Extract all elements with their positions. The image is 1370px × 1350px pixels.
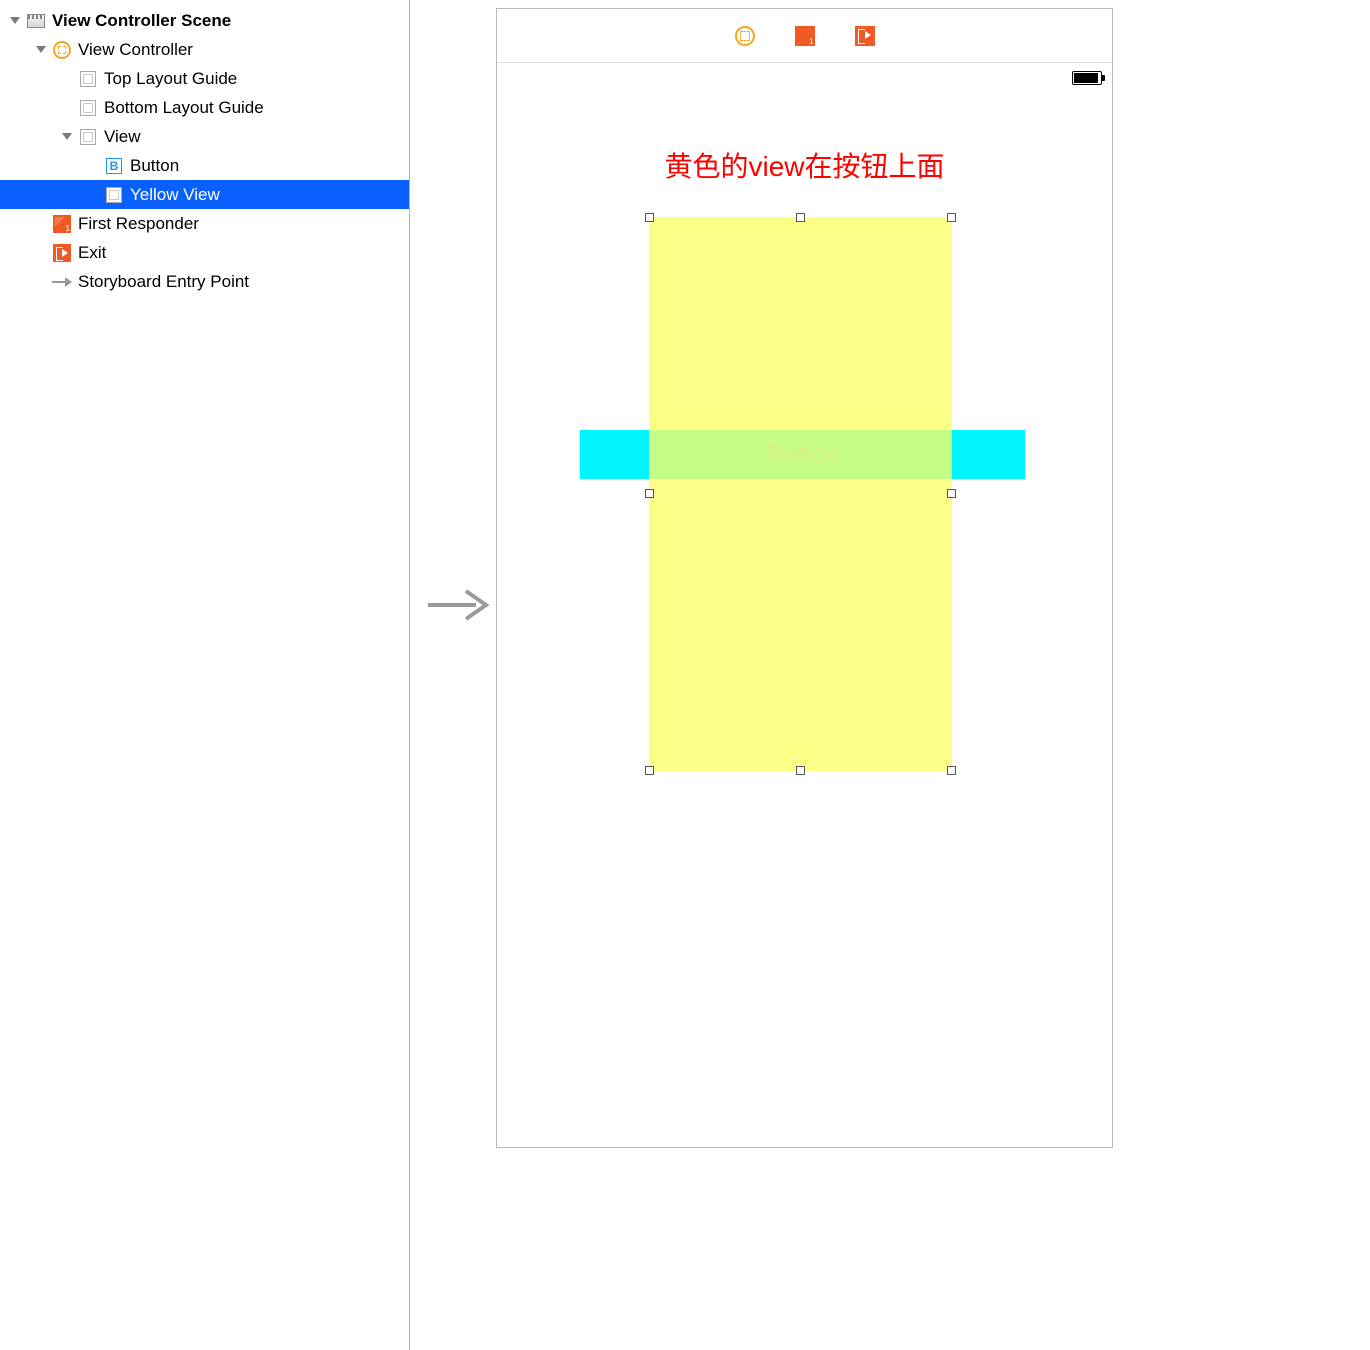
document-outline-panel: View Controller Scene View Controller To… (0, 0, 410, 1350)
yellow-view[interactable] (649, 217, 952, 771)
root-view[interactable]: 黄色的view在按钮上面 Button (497, 93, 1112, 1147)
tree-row-button[interactable]: B Button (0, 151, 409, 180)
scene-dock (497, 9, 1112, 63)
tree-label: Button (130, 156, 179, 176)
disclosure-triangle-icon[interactable] (60, 130, 74, 144)
view-icon (104, 185, 124, 205)
selection-handle-icon[interactable] (645, 489, 654, 498)
status-bar (497, 63, 1112, 93)
view-controller-icon (52, 40, 72, 60)
tree-label: View (104, 127, 141, 147)
tree-label: Top Layout Guide (104, 69, 237, 89)
disclosure-triangle-icon[interactable] (34, 43, 48, 57)
tree-row-view[interactable]: View (0, 122, 409, 151)
tree-label: Storyboard Entry Point (78, 272, 249, 292)
tree-row-exit[interactable]: Exit (0, 238, 409, 267)
storyboard-entry-arrow-icon (428, 585, 493, 625)
selection-handle-icon[interactable] (796, 766, 805, 775)
battery-icon (1072, 71, 1102, 85)
tree-row-top-layout-guide[interactable]: Top Layout Guide (0, 64, 409, 93)
tree-label: First Responder (78, 214, 199, 234)
view-icon (78, 127, 98, 147)
selection-handle-icon[interactable] (796, 213, 805, 222)
scene-icon (26, 11, 46, 31)
view-controller-scene-frame[interactable]: 黄色的view在按钮上面 Button (496, 8, 1113, 1148)
tree-row-view-controller[interactable]: View Controller (0, 35, 409, 64)
tree-label: View Controller Scene (52, 11, 231, 31)
tree-row-entry-point[interactable]: Storyboard Entry Point (0, 267, 409, 296)
tree-row-bottom-layout-guide[interactable]: Bottom Layout Guide (0, 93, 409, 122)
button-icon: B (104, 156, 124, 176)
layout-guide-icon (78, 69, 98, 89)
annotation-label: 黄色的view在按钮上面 (497, 145, 1112, 185)
disclosure-triangle-icon[interactable] (8, 14, 22, 28)
interface-builder-canvas[interactable]: 黄色的view在按钮上面 Button (410, 0, 1370, 1350)
selection-handle-icon[interactable] (645, 766, 654, 775)
selection-handle-icon[interactable] (645, 213, 654, 222)
tree-label: Exit (78, 243, 106, 263)
selection-handle-icon[interactable] (947, 489, 956, 498)
selection-handle-icon[interactable] (947, 213, 956, 222)
tree-label: Yellow View (130, 185, 220, 205)
first-responder-icon (52, 214, 72, 234)
view-controller-icon[interactable] (734, 25, 756, 47)
arrow-right-icon (52, 272, 72, 292)
layout-guide-icon (78, 98, 98, 118)
tree-label: Bottom Layout Guide (104, 98, 264, 118)
tree-row-yellow-view[interactable]: Yellow View (0, 180, 409, 209)
tree-label: View Controller (78, 40, 193, 60)
exit-icon[interactable] (854, 25, 876, 47)
tree-row-first-responder[interactable]: First Responder (0, 209, 409, 238)
first-responder-icon[interactable] (794, 25, 816, 47)
exit-icon (52, 243, 72, 263)
tree-row-scene[interactable]: View Controller Scene (0, 6, 409, 35)
selection-handle-icon[interactable] (947, 766, 956, 775)
